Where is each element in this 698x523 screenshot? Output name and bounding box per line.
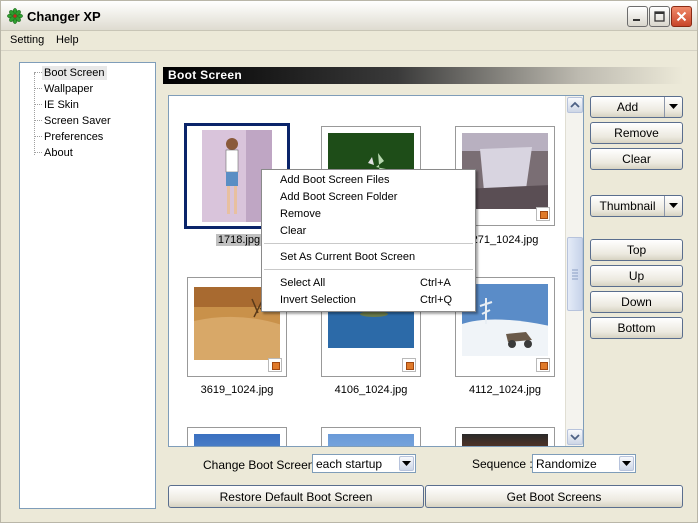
sequence-select[interactable]: Randomize (532, 454, 636, 473)
maximize-icon (654, 11, 665, 22)
shortcut-invert-selection: Ctrl+Q (420, 294, 453, 306)
tree-item-boot-screen[interactable]: Boot Screen (34, 65, 107, 80)
thumbnail-button-label: Thumbnail (599, 199, 656, 213)
menu-separator (264, 243, 473, 244)
menu-item-remove[interactable]: Remove (280, 208, 321, 220)
tree-item-ie-skin[interactable]: IE Skin (34, 97, 81, 112)
tree-item-about[interactable]: About (34, 145, 75, 160)
menu-item-set-current[interactable]: Set As Current Boot Screen (280, 251, 415, 263)
menu-item-invert-selection[interactable]: Invert Selection (280, 294, 356, 306)
context-menu: Add Boot Screen Files Add Boot Screen Fo… (261, 169, 476, 312)
close-button[interactable] (671, 6, 692, 27)
thumbnail-item[interactable] (187, 427, 287, 446)
move-up-button[interactable]: Up (590, 265, 683, 287)
tree-item-label: Boot Screen (42, 65, 107, 80)
scroll-up-button[interactable] (567, 97, 583, 113)
tree-item-label: Screen Saver (44, 114, 111, 127)
app-window: Changer XP Setting Help Boot Screen Wall… (0, 0, 698, 523)
thumbnail-caption: 4112_1024.jpg (469, 384, 541, 396)
chevron-down-icon (622, 460, 631, 466)
move-down-button[interactable]: Down (590, 291, 683, 313)
arrow-up-icon (570, 101, 580, 108)
tree-item-label: About (44, 146, 73, 159)
navigation-tree: Boot Screen Wallpaper IE Skin Screen Sav… (19, 62, 156, 509)
thumbnail-image (194, 434, 280, 446)
thumbnail-image (328, 434, 414, 446)
thumbnail-item[interactable] (321, 427, 421, 446)
minimize-button[interactable] (627, 6, 648, 27)
menu-separator (264, 269, 473, 270)
sequence-value: Randomize (536, 457, 597, 471)
tree-item-label: Wallpaper (44, 82, 94, 95)
change-boot-screen-value: each startup (316, 457, 383, 471)
menu-setting[interactable]: Setting (10, 34, 44, 46)
move-bottom-button[interactable]: Bottom (590, 317, 683, 339)
maximize-button[interactable] (649, 6, 670, 27)
add-button-label: Add (616, 100, 639, 114)
chevron-down-icon (402, 460, 411, 466)
file-badge-icon (268, 358, 282, 372)
section-title: Boot Screen (168, 68, 242, 82)
change-boot-screen-select[interactable]: each startup (312, 454, 416, 473)
get-boot-screens-button[interactable]: Get Boot Screens (425, 485, 683, 508)
select-arrow[interactable] (619, 456, 634, 471)
scroll-down-button[interactable] (567, 429, 583, 445)
tree-item-screen-saver[interactable]: Screen Saver (34, 113, 113, 128)
thumbnail-caption: 4106_1024.jpg (334, 384, 408, 396)
change-boot-screen-label: Change Boot Screen : (203, 458, 322, 472)
add-button[interactable]: Add (590, 96, 683, 118)
close-icon (676, 11, 687, 22)
remove-button[interactable]: Remove (590, 122, 683, 144)
menu-bar: Setting Help (1, 31, 697, 51)
chevron-down-icon (669, 203, 678, 208)
thumbnail-dropdown-arrow[interactable] (664, 196, 682, 216)
thumbnail-caption: 3619_1024.jpg (200, 384, 274, 396)
add-dropdown-arrow[interactable] (664, 97, 682, 117)
shortcut-select-all: Ctrl+A (420, 277, 451, 289)
menu-item-add-files[interactable]: Add Boot Screen Files (280, 174, 389, 186)
clear-button[interactable]: Clear (590, 148, 683, 170)
menu-item-select-all[interactable]: Select All (280, 277, 325, 289)
green-leaf-icon (7, 8, 23, 24)
thumbnail-item[interactable] (455, 427, 555, 446)
menu-item-clear[interactable]: Clear (280, 225, 306, 237)
title-bar[interactable]: Changer XP (1, 1, 697, 31)
select-arrow[interactable] (399, 456, 414, 471)
section-header: Boot Screen (163, 67, 683, 84)
minimize-icon (633, 19, 640, 21)
thumbnail-view-button[interactable]: Thumbnail (590, 195, 683, 217)
tree-item-label: IE Skin (44, 98, 79, 111)
window-title: Changer XP (27, 9, 101, 24)
file-badge-icon (536, 358, 550, 372)
file-badge-icon (536, 207, 550, 221)
file-badge-icon (402, 358, 416, 372)
restore-default-button[interactable]: Restore Default Boot Screen (168, 485, 424, 508)
scroll-thumb[interactable] (567, 237, 583, 311)
menu-help[interactable]: Help (56, 34, 79, 46)
tree-item-preferences[interactable]: Preferences (34, 129, 105, 144)
thumbnail-image (462, 434, 548, 446)
menu-item-add-folder[interactable]: Add Boot Screen Folder (280, 191, 397, 203)
grip-icon (572, 269, 578, 280)
sequence-label: Sequence : (472, 457, 533, 471)
gallery-scrollbar[interactable] (565, 96, 583, 446)
tree-item-label: Preferences (44, 130, 104, 143)
arrow-down-icon (570, 434, 580, 441)
move-top-button[interactable]: Top (590, 239, 683, 261)
chevron-down-icon (669, 104, 678, 109)
tree-item-wallpaper[interactable]: Wallpaper (34, 81, 95, 96)
